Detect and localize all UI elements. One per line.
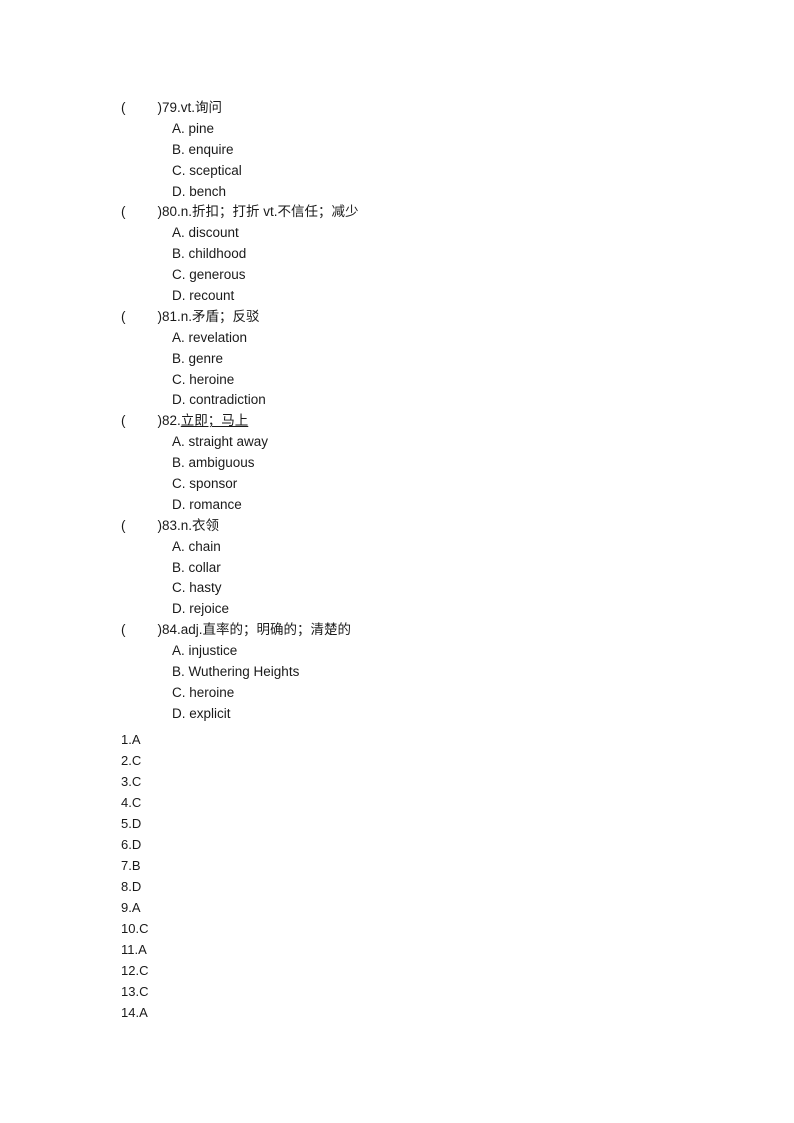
question-stem: ()80.n.折扣；打折 vt.不信任；减少 <box>121 202 734 223</box>
question-option[interactable]: A. revelation <box>172 328 734 349</box>
question-option[interactable]: B. Wuthering Heights <box>172 662 734 683</box>
question-prompt: n.折扣；打折 vt.不信任；减少 <box>180 204 359 220</box>
question-option[interactable]: C. generous <box>172 265 734 286</box>
question-block: ()83.n.衣领 A. chain B. collar C. hasty D. rej… <box>121 516 734 620</box>
question-option[interactable]: D. bench <box>172 182 734 203</box>
worksheet-page: ()79.vt.询问 A. pine B. enquire C. sceptical D… <box>0 0 794 1123</box>
answer-key-entry: 9.A <box>121 899 141 915</box>
answer-blank-open-paren: ( <box>121 204 126 220</box>
question-stem: ()81.n.矛盾；反驳 <box>121 307 734 328</box>
question-number: 79. <box>162 100 181 115</box>
answer-key-entry: 3.C <box>121 773 142 789</box>
question-option[interactable]: B. childhood <box>172 244 734 265</box>
answer-blank-open-paren: ( <box>121 622 126 638</box>
question-number: 83. <box>162 517 181 533</box>
answer-key-entry: 13.C <box>121 983 149 999</box>
answer-key-entry: 4.C <box>121 794 142 810</box>
question-list: ()79.vt.询问 A. pine B. enquire C. sceptical D… <box>121 98 734 725</box>
question-number: 80. <box>162 204 181 220</box>
answer-key-entry: 12.C <box>121 962 149 978</box>
answer-key-list: 1.A 2.C 3.C 4.C 5.D 6.D 7.B 8.D 9.A 10.C 11.A 12.C 1… <box>121 729 734 1023</box>
question-stem: ()79.vt.询问 <box>121 98 734 119</box>
question-option[interactable]: B. collar <box>172 558 734 579</box>
question-block: ()81.n.矛盾；反驳 A. revelation B. genre C. hero… <box>121 307 734 411</box>
question-option[interactable]: C. heroine <box>172 683 734 704</box>
answer-key-entry: 7.B <box>121 857 141 873</box>
question-option[interactable]: C. sceptical <box>172 161 734 182</box>
answer-key-entry: 8.D <box>121 878 142 894</box>
question-option[interactable]: B. enquire <box>172 140 734 161</box>
question-option[interactable]: B. genre <box>172 349 734 370</box>
question-prompt: 立即；马上 <box>180 413 249 429</box>
question-option[interactable]: A. injustice <box>172 641 734 662</box>
question-prompt: vt.询问 <box>180 100 223 115</box>
question-block: ()84.adj.直率的；明确的；清楚的 A. injustice B. Wuthe… <box>121 620 734 724</box>
question-option[interactable]: D. contradiction <box>172 390 734 411</box>
question-option[interactable]: C. sponsor <box>172 474 734 495</box>
question-block: ()80.n.折扣；打折 vt.不信任；减少 A. discount B. chil… <box>121 202 734 306</box>
answer-blank-open-paren: ( <box>121 308 126 324</box>
answer-blank-open-paren: ( <box>121 517 126 533</box>
answer-key-entry: 14.A <box>121 1004 148 1020</box>
question-prompt: adj.直率的；明确的；清楚的 <box>180 622 352 638</box>
question-option[interactable]: A. pine <box>172 119 734 140</box>
answer-key-entry: 5.D <box>121 815 142 831</box>
question-option[interactable]: A. discount <box>172 223 734 244</box>
answer-blank-open-paren: ( <box>121 413 126 429</box>
question-option[interactable]: D. recount <box>172 286 734 307</box>
question-option[interactable]: D. romance <box>172 495 734 516</box>
question-prompt: n.矛盾；反驳 <box>180 308 260 324</box>
question-option[interactable]: B. ambiguous <box>172 453 734 474</box>
question-option[interactable]: C. heroine <box>172 370 734 391</box>
answer-key-entry: 1.A <box>121 731 141 747</box>
question-number: 84. <box>162 622 181 638</box>
answer-key-entry: 2.C <box>121 752 142 768</box>
question-block: ()79.vt.询问 A. pine B. enquire C. sceptical D… <box>121 98 734 202</box>
question-option[interactable]: A. chain <box>172 537 734 558</box>
question-number: 81. <box>162 308 181 324</box>
question-stem: ()83.n.衣领 <box>121 516 734 537</box>
question-option[interactable]: D. rejoice <box>172 599 734 620</box>
answer-key-entry: 6.D <box>121 836 142 852</box>
answer-key-entry: 11.A <box>121 941 147 957</box>
question-option[interactable]: A. straight away <box>172 432 734 453</box>
question-number: 82. <box>162 413 181 429</box>
question-option[interactable]: C. hasty <box>172 578 734 599</box>
question-stem: ()82.立即；马上 <box>121 411 734 432</box>
question-prompt: n.衣领 <box>180 517 220 533</box>
question-stem: ()84.adj.直率的；明确的；清楚的 <box>121 620 734 641</box>
question-block: ()82.立即；马上 A. straight away B. ambiguous C.… <box>121 411 734 515</box>
answer-blank-open-paren: ( <box>121 100 126 115</box>
question-option[interactable]: D. explicit <box>172 704 734 725</box>
answer-key-entry: 10.C <box>121 920 149 936</box>
